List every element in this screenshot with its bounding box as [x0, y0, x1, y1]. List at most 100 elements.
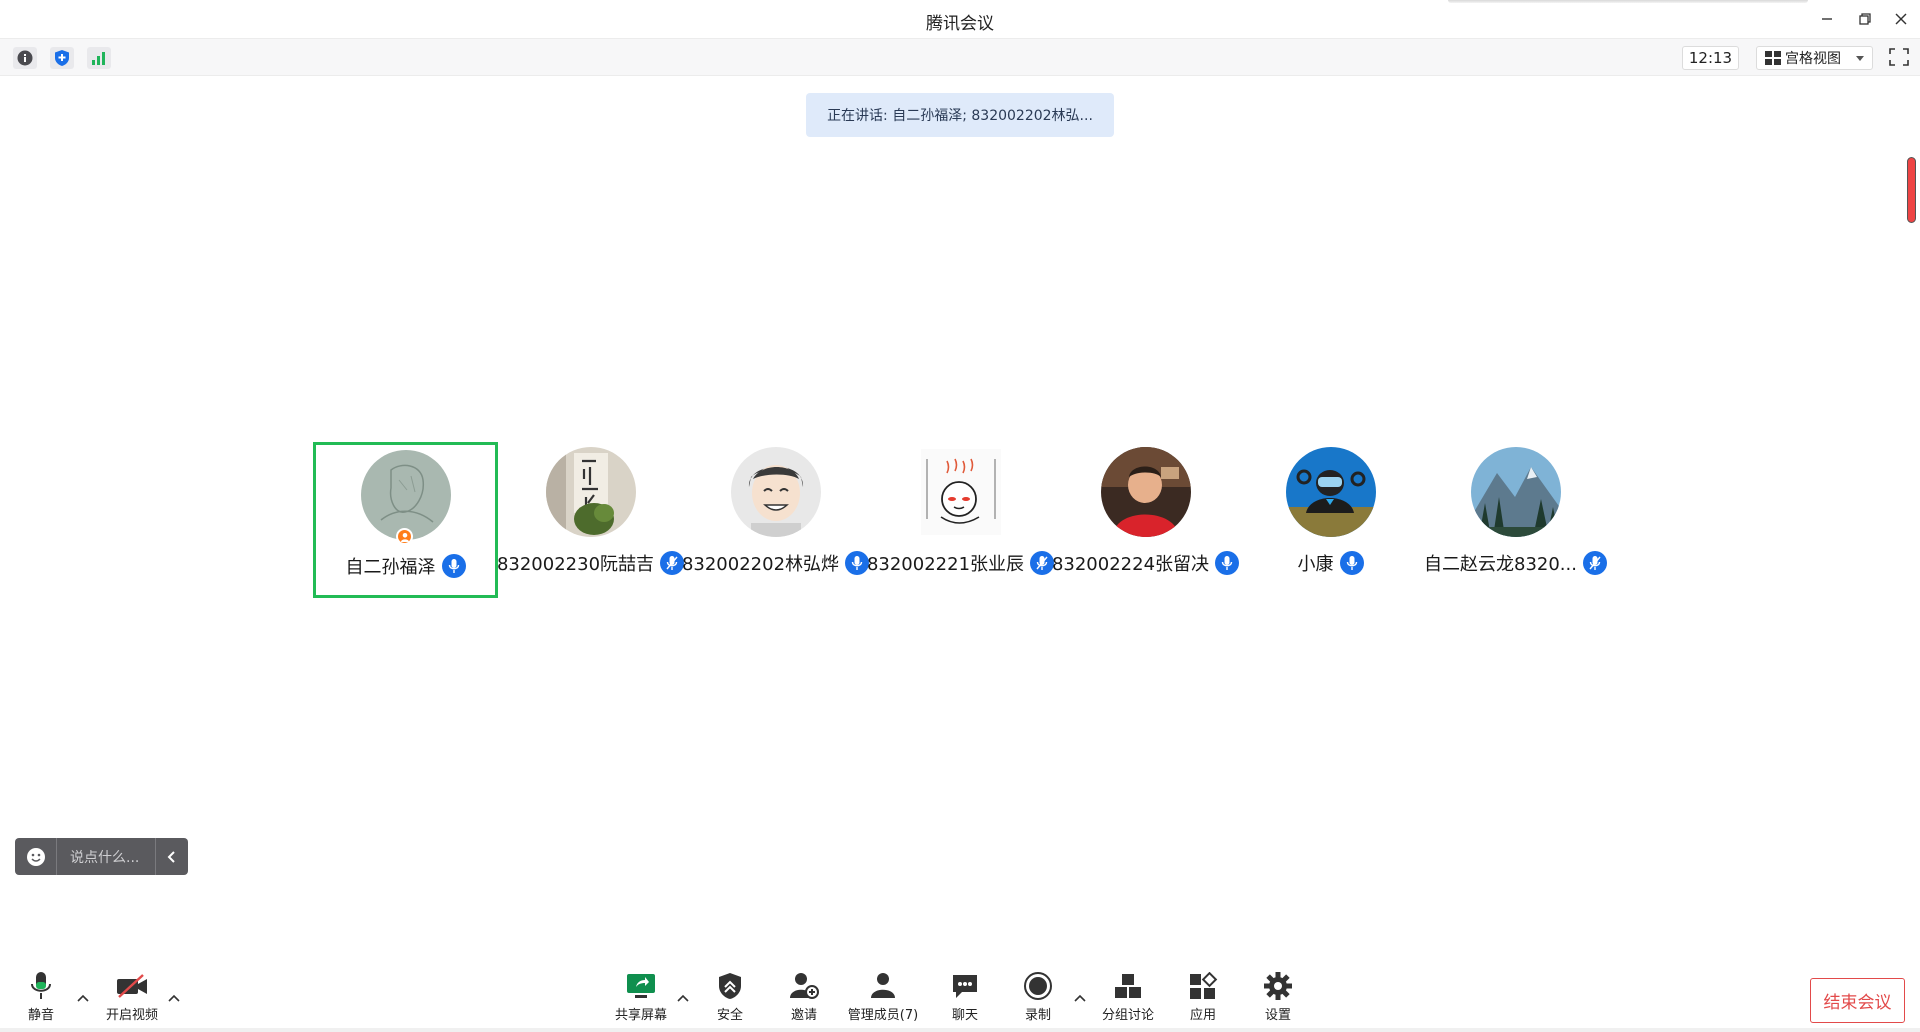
- chevron-up-icon: [77, 994, 89, 1002]
- info-icon: [17, 50, 33, 66]
- security-label: 安全: [716, 1008, 743, 1023]
- record-button[interactable]: 录制: [1003, 970, 1073, 1026]
- start-video-label: 开启视频: [105, 1008, 158, 1023]
- mic-icon: [1589, 556, 1601, 570]
- grid-icon: [1765, 51, 1781, 65]
- manage-members-button[interactable]: 管理成员(7): [848, 970, 918, 1026]
- participant-tile[interactable]: 832002221张业辰: [866, 442, 1055, 598]
- avatar: [730, 447, 821, 537]
- participant-name: 832002224张留决: [1051, 554, 1210, 575]
- chevron-left-icon: [167, 850, 175, 863]
- participant-tile[interactable]: 自二赵云龙8320...: [1423, 442, 1608, 598]
- avatar-sticker-image: [920, 449, 1001, 535]
- host-user-icon: [400, 532, 409, 542]
- chat-button[interactable]: 聊天: [930, 970, 1000, 1026]
- chevron-up-icon: [1074, 994, 1086, 1002]
- participant-tile[interactable]: 小康: [1238, 442, 1423, 598]
- restore-icon: [1859, 13, 1871, 25]
- emoji-button[interactable]: [15, 838, 57, 875]
- share-screen-label: 共享屏幕: [614, 1008, 667, 1023]
- title-bar: 腾讯会议: [0, 0, 1920, 38]
- chat-bubble-icon: [953, 975, 977, 998]
- mic-icon: [448, 559, 459, 573]
- manage-members-label: 管理成员(7): [847, 1008, 919, 1023]
- settings-button[interactable]: 设置: [1243, 970, 1313, 1026]
- meeting-clock: 12:13: [1682, 46, 1739, 70]
- security-button[interactable]: 安全: [695, 970, 765, 1026]
- host-badge: [396, 528, 413, 545]
- title-shadow-strip: [1448, 0, 1808, 3]
- restore-button[interactable]: [1852, 8, 1878, 30]
- avatar-calligraphy-image: [545, 447, 636, 537]
- chevron-up-icon: [677, 994, 689, 1002]
- apps-icon: [1190, 972, 1218, 999]
- close-icon: [1895, 13, 1907, 25]
- apps-label: 应用: [1189, 1008, 1216, 1023]
- invite-button[interactable]: 邀请: [769, 970, 839, 1026]
- breakout-rooms-button[interactable]: 分组讨论: [1093, 970, 1163, 1026]
- participant-tile[interactable]: 832002224张留决: [1052, 442, 1240, 598]
- network-status-button[interactable]: [87, 47, 111, 69]
- chat-placeholder[interactable]: 说点什么...: [57, 847, 155, 867]
- avatar: [1285, 447, 1376, 537]
- signal-icon: [92, 52, 105, 65]
- apps-button[interactable]: 应用: [1168, 970, 1238, 1026]
- smile-icon: [26, 847, 45, 866]
- participant-name-row: 832002224张留决: [1041, 550, 1250, 576]
- mic-icon: [1346, 556, 1357, 570]
- avatar: [920, 449, 1001, 535]
- fullscreen-button[interactable]: [1888, 47, 1912, 69]
- participant-name-row: 自二赵云龙8320...: [1411, 550, 1620, 576]
- video-options-caret[interactable]: [167, 992, 181, 1004]
- close-window-button[interactable]: [1888, 8, 1914, 30]
- minimize-button[interactable]: [1814, 8, 1840, 30]
- participant-tile[interactable]: 自二孙福泽: [313, 442, 498, 598]
- mic-icon: [31, 972, 51, 999]
- participant-name-row: 832002202林弘烨: [671, 550, 880, 576]
- share-options-caret[interactable]: [676, 992, 690, 1004]
- end-meeting-button[interactable]: 结束会议: [1810, 978, 1905, 1023]
- participant-tile[interactable]: 832002202林弘烨: [682, 442, 870, 598]
- participant-name-row: 小康: [1226, 550, 1435, 576]
- fullscreen-icon: [1889, 48, 1909, 66]
- participant-name: 832002230阮喆吉: [496, 554, 655, 575]
- vertical-scrollbar[interactable]: [1907, 157, 1916, 223]
- mic-status-badge: [441, 554, 466, 578]
- participant-tile[interactable]: 832002230阮喆吉: [496, 442, 685, 598]
- share-screen-icon: [627, 974, 655, 998]
- share-screen-button[interactable]: 共享屏幕: [606, 970, 676, 1026]
- participant-name: 自二孙福泽: [345, 557, 436, 578]
- minimize-icon: [1822, 18, 1832, 20]
- chevron-down-icon: [1856, 55, 1864, 61]
- members-icon: [871, 973, 895, 998]
- participant-name: 832002202林弘烨: [681, 554, 840, 575]
- meeting-info-button[interactable]: [13, 47, 37, 69]
- breakout-icon: [1115, 974, 1141, 998]
- gear-icon: [1264, 972, 1292, 1000]
- add-user-icon: [790, 973, 819, 999]
- shield-icon: [719, 973, 741, 999]
- participant-name: 832002221张业辰: [866, 554, 1025, 575]
- meeting-security-status-button[interactable]: [50, 47, 74, 69]
- avatar: [1470, 447, 1561, 537]
- collapse-chat-button[interactable]: [155, 838, 188, 875]
- record-options-caret[interactable]: [1073, 992, 1087, 1004]
- invite-label: 邀请: [790, 1008, 817, 1023]
- breakout-rooms-label: 分组讨论: [1101, 1008, 1154, 1023]
- mic-status-badge: [1582, 551, 1607, 575]
- view-mode-select[interactable]: 宫格视图: [1756, 46, 1873, 70]
- mute-button[interactable]: 静音: [6, 970, 76, 1026]
- participant-name: 小康: [1297, 554, 1334, 575]
- chevron-up-icon: [168, 994, 180, 1002]
- start-video-button[interactable]: 开启视频: [97, 970, 167, 1026]
- avatar-mountain-image: [1470, 447, 1561, 537]
- speaking-indicator: 正在讲话: 自二孙福泽; 832002202林弘...: [806, 93, 1114, 137]
- shield-icon: [55, 50, 69, 66]
- meeting-info-bar: 12:13 宫格视图: [0, 38, 1920, 76]
- chat-quick-input[interactable]: 说点什么...: [15, 838, 188, 875]
- avatar-anime-boy-image: [730, 447, 821, 537]
- avatar-sketch-image: [360, 450, 451, 540]
- view-mode-label: 宫格视图: [1785, 51, 1841, 67]
- audio-options-caret[interactable]: [76, 992, 90, 1004]
- settings-label: 设置: [1264, 1008, 1291, 1023]
